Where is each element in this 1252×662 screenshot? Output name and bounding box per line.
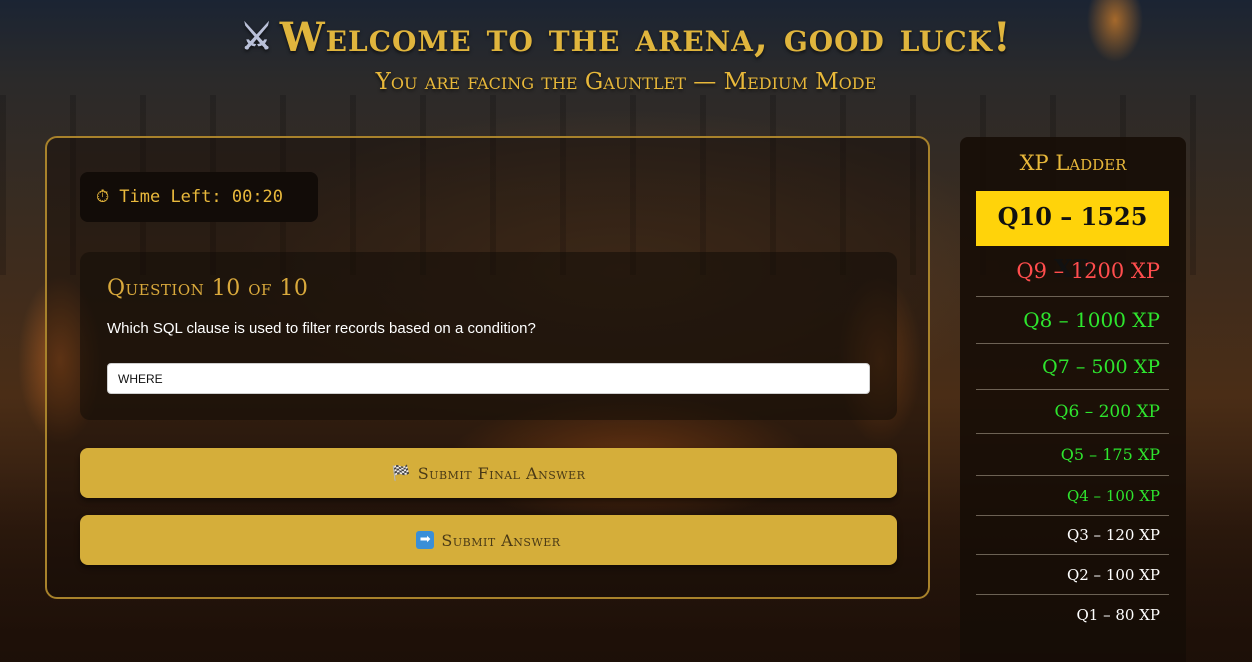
stopwatch-icon: ⏱ <box>96 187 110 207</box>
xp-ladder-item: Q3 – 120 XP <box>976 516 1169 555</box>
crossed-swords-icon: ⚔ <box>240 16 274 58</box>
xp-ladder-item: Q8 – 1000 XP <box>976 297 1169 344</box>
xp-ladder-item: Q1 – 80 XP <box>1076 606 1160 624</box>
timer-label: Time Left: 00:20 <box>119 187 284 207</box>
answer-input[interactable] <box>107 363 870 394</box>
countdown-timer: ⏱ Time Left: 00:20 <box>80 172 318 222</box>
page-title-text: Welcome to the arena, good luck! <box>279 14 1012 61</box>
submit-answer-button[interactable]: ➡ Submit Answer <box>80 515 897 565</box>
xp-ladder-item: Q4 – 100 XP <box>976 476 1169 516</box>
xp-ladder-title: XP Ladder <box>1019 151 1127 175</box>
xp-ladder-item: Q7 – 500 XP <box>976 344 1169 390</box>
submit-final-answer-label: Submit Final Answer <box>417 463 586 483</box>
xp-ladder-item: Q2 – 100 XP <box>976 555 1169 595</box>
question-heading: Question 10 of 10 <box>107 276 309 301</box>
page-subtitle: You are facing the Gauntlet — Medium Mod… <box>375 69 877 95</box>
xp-ladder-item: Q5 – 175 XP <box>976 434 1169 476</box>
question-box: Question 10 of 10 Which SQL clause is us… <box>80 252 897 420</box>
xp-ladder-item: Q6 – 200 XP <box>976 390 1169 434</box>
submit-answer-label: Submit Answer <box>441 530 561 550</box>
page-title: ⚔ Welcome to the arena, good luck! <box>0 8 1252 67</box>
xp-ladder-current-item: Q10 – 1525 XP <box>976 191 1169 283</box>
xp-ladder: XP Ladder Q10 – 1525 XP Q9 – 1200 XP Q8 – … <box>960 137 1186 662</box>
submit-final-answer-button[interactable]: 🏁 Submit Final Answer <box>80 448 897 498</box>
xp-ladder-item: Q9 – 1200 XP <box>976 246 1169 297</box>
right-arrow-icon: ➡ <box>416 531 435 549</box>
page-header: ⚔ Welcome to the arena, good luck! You ar… <box>0 8 1252 97</box>
checkered-flag-icon: 🏁 <box>391 464 411 482</box>
question-text: Which SQL clause is used to filter recor… <box>107 320 536 337</box>
xp-ladder-list: Q10 – 1525 XP Q9 – 1200 XP Q8 – 1000 XP Q7 … <box>976 191 1169 635</box>
